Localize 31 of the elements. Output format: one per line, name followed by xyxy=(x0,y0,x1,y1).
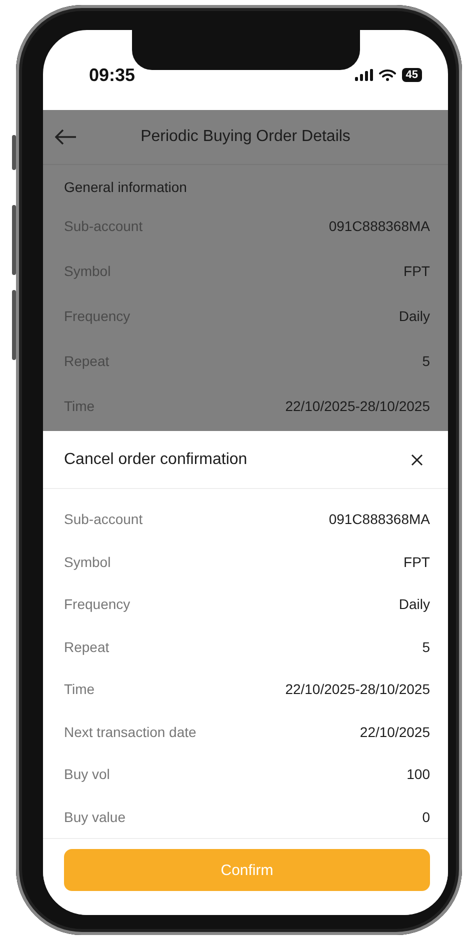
field-value: 5 xyxy=(422,352,430,368)
signal-icon xyxy=(354,69,373,81)
section-heading: General information xyxy=(64,179,188,197)
sheet-title: Cancel order confirmation xyxy=(64,450,248,468)
field-value: 091C888368MA xyxy=(328,511,430,528)
field-label: Next transaction date xyxy=(64,724,196,740)
field-label: Frequency xyxy=(64,596,130,612)
field-value: Daily xyxy=(398,308,430,324)
field-label: Symbol xyxy=(64,554,111,570)
confirm-button[interactable]: Confirm xyxy=(64,849,430,891)
page-title: Periodic Buying Order Details xyxy=(140,128,352,146)
field-value: 0 xyxy=(422,808,430,825)
field-label: Sub-account xyxy=(64,511,143,528)
wifi-icon xyxy=(378,69,396,81)
field-label: Buy vol xyxy=(64,766,110,782)
field-value: FPT xyxy=(404,554,430,570)
field-value: 22/10/2025-28/10/2025 xyxy=(285,398,430,414)
field-value: 100 xyxy=(406,766,430,782)
field-label: Repeat xyxy=(64,638,110,655)
field-value: 091C888368MA xyxy=(328,218,430,234)
back-arrow-icon[interactable] xyxy=(55,129,77,145)
field-value: Daily xyxy=(398,596,430,612)
field-value: 22/10/2025 xyxy=(360,724,430,740)
battery-level: 45 xyxy=(402,68,422,82)
field-value: 5 xyxy=(422,638,430,655)
field-label: Buy value xyxy=(64,808,126,825)
field-value: FPT xyxy=(404,262,430,278)
field-label: Time xyxy=(64,681,95,698)
status-time: 09:35 xyxy=(89,64,136,86)
field-value: 22/10/2025-28/10/2025 xyxy=(285,681,430,698)
close-icon[interactable] xyxy=(411,454,423,466)
